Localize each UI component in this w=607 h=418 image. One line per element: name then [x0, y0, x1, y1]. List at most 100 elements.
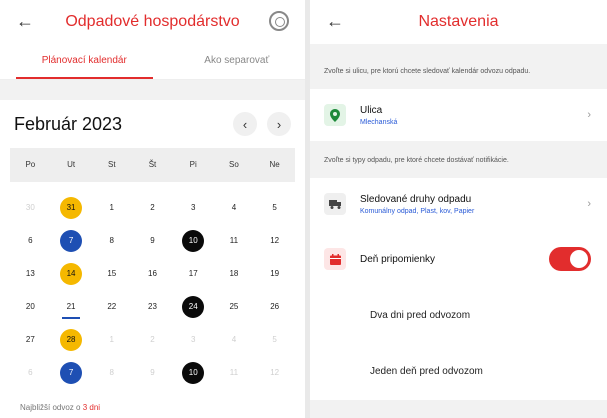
tab-bar: Plánovací kalendár Ako separovať: [0, 44, 305, 80]
option-two-days[interactable]: Dva dni pred odvozom: [310, 288, 607, 342]
calendar-day-cell[interactable]: 5: [254, 194, 295, 221]
calendar-day-cell[interactable]: 11: [214, 359, 255, 386]
calendar-day-cell[interactable]: 1: [91, 194, 132, 221]
calendar-day-cell[interactable]: 30: [10, 194, 51, 221]
calendar-day-cell[interactable]: 12: [254, 227, 295, 254]
weekday-label: St: [108, 160, 116, 169]
calendar-day-cell[interactable]: 25: [214, 293, 255, 320]
tab-planning-calendar[interactable]: Plánovací kalendár: [16, 44, 153, 79]
calendar-day: 6: [28, 368, 33, 377]
calendar-day-cell[interactable]: 12: [254, 359, 295, 386]
calendar-day: 12: [270, 236, 280, 245]
calendar-day-cell[interactable]: 18: [214, 260, 255, 287]
calendar-day-cell[interactable]: 14: [51, 260, 92, 287]
calendar-day-cell[interactable]: 10: [173, 227, 214, 254]
app-header: ← Odpadové hospodárstvo: [0, 0, 305, 44]
calendar-day: 9: [150, 368, 155, 377]
calendar-day-cell[interactable]: 4: [214, 326, 255, 353]
calendar-day-cell[interactable]: 1: [91, 326, 132, 353]
calendar-day: 30: [25, 203, 35, 212]
reminder-toggle[interactable]: [549, 247, 591, 271]
calendar-day-cell[interactable]: 2: [132, 326, 173, 353]
calendar-day-cell[interactable]: 15: [91, 260, 132, 287]
street-description: Zvoľte si ulicu, pre ktorú chcete sledov…: [324, 68, 531, 75]
calendar-day: 9: [150, 236, 155, 245]
calendar-day-cell[interactable]: 28: [51, 326, 92, 353]
calendar-day-cell[interactable]: 8: [91, 227, 132, 254]
calendar-day-cell[interactable]: 31: [51, 194, 92, 221]
chevron-right-icon: ›: [587, 109, 591, 121]
calendar-day-cell[interactable]: 23: [132, 293, 173, 320]
calendar-day-cell[interactable]: 11: [214, 227, 255, 254]
next-month-button[interactable]: ›: [267, 112, 291, 136]
next-pickup-prefix: Najbližší odvoz o: [20, 403, 81, 412]
spacer: [0, 80, 305, 100]
calendar-day: 5: [272, 203, 277, 212]
reminder-label: Deň pripomienky: [360, 253, 436, 265]
calendar-day-cell[interactable]: 24: [173, 293, 214, 320]
calendar-day: 24: [182, 295, 205, 318]
waste-types-label: Sledované druhy odpadu: [360, 193, 472, 205]
calendar-day: 27: [25, 335, 35, 344]
waste-types-value: Komunálny odpad, Plast, kov, Papier: [360, 207, 475, 215]
calendar-day-cell[interactable]: 22: [91, 293, 132, 320]
calendar-day: 2: [150, 335, 155, 344]
calendar-day-cell[interactable]: 4: [214, 194, 255, 221]
map-pin-icon: [324, 104, 346, 126]
calendar-day-cell[interactable]: 2: [132, 194, 173, 221]
street-card[interactable]: Ulica Mlechanská ›: [310, 89, 607, 141]
calendar-day-cell[interactable]: 7: [51, 227, 92, 254]
settings-gear-icon[interactable]: [269, 11, 289, 31]
calendar-day: 12: [270, 368, 280, 377]
calendar-day-cell[interactable]: 5: [254, 326, 295, 353]
calendar-day: 19: [270, 269, 280, 278]
calendar-day: 13: [25, 269, 35, 278]
calendar-day: 20: [25, 302, 35, 311]
calendar-day-cell[interactable]: 6: [10, 227, 51, 254]
calendar-day-cell[interactable]: 3: [173, 326, 214, 353]
calendar-day: 7: [60, 229, 83, 252]
calendar-day: 16: [148, 269, 157, 278]
calendar-day-cell[interactable]: 20: [10, 293, 51, 320]
calendar-day-cell[interactable]: 13: [10, 260, 51, 287]
calendar-day: 15: [107, 269, 117, 278]
calendar-day-cell[interactable]: 17: [173, 260, 214, 287]
calendar-day-cell[interactable]: 10: [173, 359, 214, 386]
calendar-day-cell[interactable]: 3: [173, 194, 214, 221]
calendar-day-cell[interactable]: 6: [10, 359, 51, 386]
tab-how-to-separate[interactable]: Ako separovať: [169, 44, 306, 79]
waste-types-card[interactable]: Sledované druhy odpadu Komunálny odpad, …: [310, 178, 607, 230]
calendar-day: 11: [229, 236, 239, 245]
calendar-day-cell[interactable]: 19: [254, 260, 295, 287]
calendar-day: 3: [190, 335, 196, 344]
calendar-day-cell[interactable]: 21: [51, 293, 92, 320]
weekday-label: Št: [148, 160, 157, 169]
settings-title: Nastavenia: [418, 13, 499, 30]
calendar-day-cell[interactable]: 26: [254, 293, 295, 320]
calendar-day: 11: [229, 368, 239, 377]
weekday-header: Po Ut St Št Pi So Ne: [10, 148, 295, 182]
calendar-day: 5: [272, 335, 277, 344]
calendar-day: 28: [60, 328, 83, 351]
option-two-days-label: Dva dni pred odvozom: [370, 309, 471, 321]
calendar-day-cell[interactable]: 16: [132, 260, 173, 287]
calendar-day-cell[interactable]: 9: [132, 227, 173, 254]
calendar-day: 26: [270, 302, 280, 311]
calendar-day: 21: [60, 296, 82, 318]
back-arrow-icon[interactable]: ←: [16, 10, 34, 32]
weekday-label: Ne: [269, 160, 280, 169]
street-value: Mlechanská: [360, 118, 398, 126]
calendar-day: 4: [231, 203, 237, 212]
back-arrow-icon[interactable]: ←: [326, 10, 344, 32]
street-label: Ulica: [360, 104, 383, 116]
weekday-label: Ut: [67, 160, 76, 169]
calendar-grid: 30 31 1 2 3 4 5 6 7 8 9 10 11 12 13 14 15 16 17 18 19 20 21 22 2…: [10, 182, 295, 386]
calendar-day-cell[interactable]: 9: [132, 359, 173, 386]
calendar-day: 6: [28, 236, 33, 245]
calendar-day-cell[interactable]: 27: [10, 326, 51, 353]
calendar-day: 1: [109, 203, 114, 212]
option-one-day[interactable]: Jeden deň pred odvozom: [310, 342, 607, 400]
prev-month-button[interactable]: ‹: [233, 112, 257, 136]
calendar-day-cell[interactable]: 7: [51, 359, 92, 386]
calendar-day-cell[interactable]: 8: [91, 359, 132, 386]
